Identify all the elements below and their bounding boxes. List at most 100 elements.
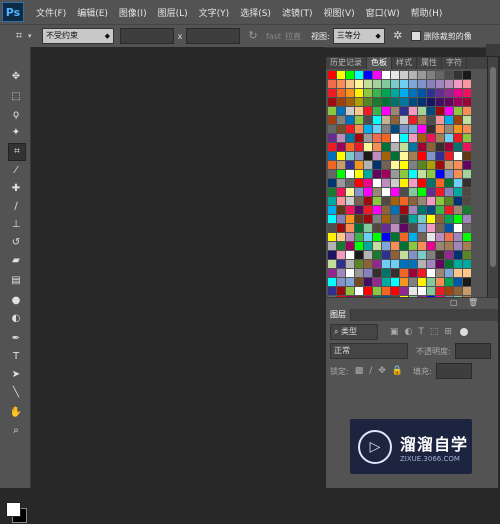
delete-crop-checkbox[interactable] xyxy=(410,31,421,41)
pixel-filter-icon[interactable]: ▣ xyxy=(390,327,399,337)
crop-icon[interactable]: ⌗ xyxy=(8,143,26,161)
swatch[interactable] xyxy=(382,233,390,241)
swatch[interactable] xyxy=(355,170,363,178)
swatch[interactable] xyxy=(418,125,426,133)
filter-toggle[interactable] xyxy=(459,328,468,336)
swatch[interactable] xyxy=(418,188,426,196)
swatch[interactable] xyxy=(373,224,381,232)
swatch[interactable] xyxy=(373,179,381,187)
swatch[interactable] xyxy=(409,242,417,250)
swatch[interactable] xyxy=(328,251,336,259)
swatch[interactable] xyxy=(418,152,426,160)
fill-field[interactable] xyxy=(435,363,472,379)
swatch[interactable] xyxy=(346,269,354,277)
swatch[interactable] xyxy=(328,152,336,160)
swatch[interactable] xyxy=(391,89,399,97)
swatch[interactable] xyxy=(391,161,399,169)
swatch[interactable] xyxy=(337,107,345,115)
swatch[interactable] xyxy=(364,170,372,178)
swatch[interactable] xyxy=(445,269,453,277)
swatch[interactable] xyxy=(364,242,372,250)
swatch[interactable] xyxy=(355,116,363,124)
swatch[interactable] xyxy=(328,287,336,295)
swatch[interactable] xyxy=(454,89,462,97)
swatch[interactable] xyxy=(337,152,345,160)
history-brush-icon[interactable]: ↺ xyxy=(8,235,24,251)
swatch[interactable] xyxy=(355,107,363,115)
swatch[interactable] xyxy=(355,143,363,151)
width-field[interactable] xyxy=(120,28,174,44)
swatch[interactable] xyxy=(346,107,354,115)
swatch[interactable] xyxy=(391,206,399,214)
view-select[interactable]: 三等分 ◆ xyxy=(332,28,385,44)
swatch[interactable] xyxy=(445,215,453,223)
swatch[interactable] xyxy=(337,287,345,295)
swatch[interactable] xyxy=(400,242,408,250)
swatch[interactable] xyxy=(445,242,453,250)
kind-select[interactable]: ⌕ 类型 xyxy=(330,324,378,340)
swatch[interactable] xyxy=(364,71,372,79)
swatch[interactable] xyxy=(427,269,435,277)
swatch[interactable] xyxy=(454,242,462,250)
swatch[interactable] xyxy=(409,80,417,88)
swatch[interactable] xyxy=(328,80,336,88)
swatch[interactable] xyxy=(400,206,408,214)
swatch[interactable] xyxy=(454,251,462,259)
pen-icon[interactable]: ✒ xyxy=(8,331,24,347)
lock-all-icon[interactable]: 🔒 xyxy=(392,366,403,376)
swatch[interactable] xyxy=(427,71,435,79)
swatch[interactable] xyxy=(445,134,453,142)
swatch[interactable] xyxy=(391,287,399,295)
swatch[interactable] xyxy=(373,215,381,223)
swatch[interactable] xyxy=(409,179,417,187)
swatch[interactable] xyxy=(364,107,372,115)
swatch[interactable] xyxy=(418,143,426,151)
swatch[interactable] xyxy=(463,134,471,142)
swatch[interactable] xyxy=(436,89,444,97)
blend-mode-select[interactable]: 正常 xyxy=(330,343,408,359)
swatch[interactable] xyxy=(445,197,453,205)
swatch[interactable] xyxy=(409,224,417,232)
swatch[interactable] xyxy=(337,143,345,151)
swatch[interactable] xyxy=(445,179,453,187)
swatch[interactable] xyxy=(436,215,444,223)
swatch[interactable] xyxy=(391,233,399,241)
swatch[interactable] xyxy=(382,98,390,106)
swatch[interactable] xyxy=(346,179,354,187)
swatch[interactable] xyxy=(373,287,381,295)
swatch[interactable] xyxy=(454,206,462,214)
swatch[interactable] xyxy=(391,278,399,286)
swatch[interactable] xyxy=(382,161,390,169)
swatch[interactable] xyxy=(346,215,354,223)
swatch[interactable] xyxy=(409,260,417,268)
swatch[interactable] xyxy=(463,107,471,115)
swatch[interactable] xyxy=(337,71,345,79)
swatch[interactable] xyxy=(418,161,426,169)
swatch[interactable] xyxy=(463,170,471,178)
swatch[interactable] xyxy=(400,143,408,151)
swatch[interactable] xyxy=(373,89,381,97)
tab-swatches[interactable]: 色板 xyxy=(367,57,392,69)
swatch[interactable] xyxy=(328,242,336,250)
swatch[interactable] xyxy=(346,80,354,88)
swatch[interactable] xyxy=(418,278,426,286)
magic-wand-icon[interactable]: ✦ xyxy=(8,125,24,141)
swatch[interactable] xyxy=(337,197,345,205)
swatch[interactable] xyxy=(355,215,363,223)
swatch[interactable] xyxy=(355,206,363,214)
swatch[interactable] xyxy=(418,179,426,187)
swatch[interactable] xyxy=(400,260,408,268)
swatch[interactable] xyxy=(400,251,408,259)
tab-character[interactable]: 字符 xyxy=(442,57,467,69)
new-swatch-icon[interactable]: ▢ xyxy=(450,298,458,307)
swatch[interactable] xyxy=(445,188,453,196)
swatch[interactable] xyxy=(373,188,381,196)
swatch[interactable] xyxy=(364,251,372,259)
document-canvas[interactable] xyxy=(31,47,325,488)
swatch[interactable] xyxy=(346,224,354,232)
swatch[interactable] xyxy=(436,269,444,277)
swatch[interactable] xyxy=(337,206,345,214)
swatch[interactable] xyxy=(445,224,453,232)
swatch[interactable] xyxy=(400,197,408,205)
swatch[interactable] xyxy=(400,116,408,124)
